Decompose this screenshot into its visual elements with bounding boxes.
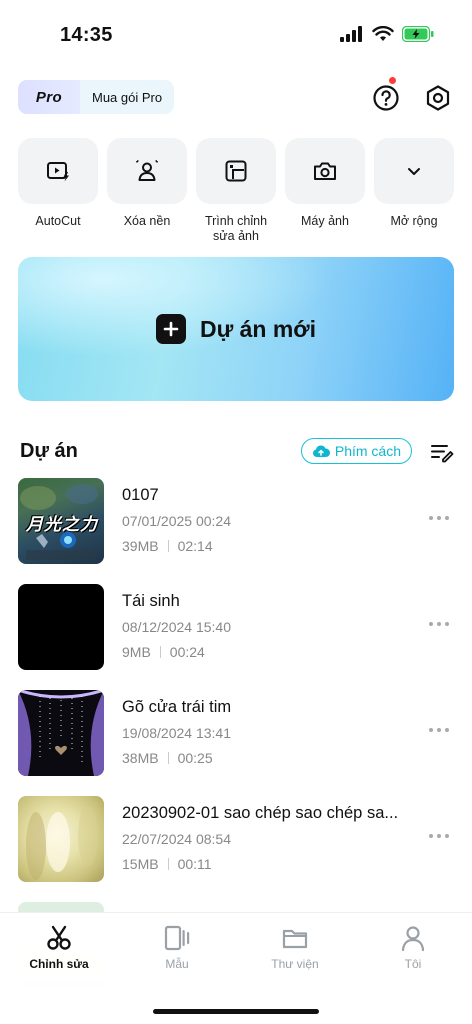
buy-pro-label: Mua gói Pro [92,89,163,105]
templates-icon [164,925,190,951]
tool-label: Mở rộng [390,214,438,228]
chevron-down-icon [408,168,420,175]
manage-list-button[interactable] [430,440,454,464]
project-name: 0107 [122,486,159,504]
tool-more[interactable]: Mở rộng [374,138,454,250]
tab-label: Mẫu [165,957,189,971]
project-size: 39MB [122,538,159,554]
project-name: 20230902-01 sao chép sao chép sa... [122,804,399,822]
top-row: Pro Mua gói Pro [18,77,454,116]
project-meta: 9MB 00:24 [122,644,205,660]
tab-templates[interactable]: Mẫu [118,923,236,971]
battery-icon [402,26,434,42]
project-duration: 02:14 [177,538,213,554]
home-indicator [153,1009,319,1014]
autocut-icon [47,162,69,182]
status-bar: 14:35 [0,0,472,64]
project-date: 22/07/2024 08:54 [122,831,231,847]
project-meta: 39MB 02:14 [122,538,213,554]
plus-icon [155,314,186,344]
cloud-space-label: Phím cách [334,443,401,459]
signal-icon [340,26,362,42]
scissors-icon [47,925,71,950]
divider [167,540,169,552]
notification-dot [389,77,396,84]
tool-autocut-tile[interactable] [18,138,98,204]
project-size: 9MB [122,644,151,660]
profile-icon [401,926,425,952]
project-item[interactable]: Gõ cửa trái tim 19/08/2024 13:41 38MB 00… [18,690,454,778]
tab-library[interactable]: Thư viện [236,923,354,971]
tool-label: Máy ảnh [301,214,349,228]
project-thumbnail[interactable] [18,584,104,670]
tool-label: AutoCut [35,214,81,228]
project-thumbnail[interactable] [18,690,104,776]
status-icons [340,26,434,42]
project-date: 19/08/2024 13:41 [122,725,231,741]
divider [159,646,161,658]
tool-autocut[interactable]: AutoCut [18,138,98,250]
folder-icon [282,929,308,949]
tool-remove-bg-tile[interactable] [107,138,187,204]
project-item[interactable]: Tái sinh 08/12/2024 15:40 9MB 00:24 [18,584,454,672]
tab-me[interactable]: Tôi [354,923,472,971]
project-item[interactable]: 20230902-01 sao chép sao chép sa... 22/0… [18,796,454,884]
help-button[interactable] [370,82,402,114]
camera-icon [314,162,336,180]
cloud-space-button[interactable]: Phím cách [300,438,412,464]
help-icon [373,85,399,111]
tool-more-tile[interactable] [374,138,454,204]
project-date: 08/12/2024 15:40 [122,619,231,635]
tool-camera-tile[interactable] [285,138,365,204]
quick-tools: AutoCut Xóa nền Trình chỉnh sửa ảnh Máy … [18,138,454,250]
remove-bg-icon [136,160,158,181]
project-name: Gõ cửa trái tim [122,698,232,716]
cloud-upload-icon [312,445,330,457]
more-options-icon[interactable] [428,726,450,734]
divider [167,858,169,870]
bottom-tab-bar: Chỉnh sửa Mẫu Thư viện Tôi [0,912,472,1024]
wifi-icon [372,26,394,41]
project-duration: 00:24 [169,644,205,660]
project-size: 38MB [122,750,159,766]
tool-label: Xóa nền [123,214,171,228]
thumbnail-caption: 月光之力 [26,515,98,534]
projects-title: Dự án [20,440,78,462]
tab-label: Thư viện [271,957,319,971]
new-project-label: Dự án mới [199,315,317,342]
photo-editor-icon [225,160,247,182]
tool-remove-bg[interactable]: Xóa nền [107,138,187,250]
tool-camera[interactable]: Máy ảnh [285,138,365,250]
project-name: Tái sinh [122,592,180,610]
edit-list-icon [431,445,454,463]
new-project-button[interactable]: Dự án mới [18,257,454,401]
settings-button[interactable] [422,82,454,114]
settings-icon [426,85,450,111]
project-meta: 15MB 00:11 [122,856,212,872]
more-options-icon[interactable] [428,514,450,522]
status-time: 14:35 [60,24,113,46]
pro-badge: Pro [18,80,80,114]
project-thumbnail[interactable]: 月光之力 [18,478,104,564]
tool-photo-editor[interactable]: Trình chỉnh sửa ảnh [196,138,276,250]
more-options-icon[interactable] [428,620,450,628]
tab-edit[interactable]: Chỉnh sửa [0,923,118,971]
project-duration: 00:11 [177,856,212,872]
pro-subscription-pill[interactable]: Pro Mua gói Pro [18,80,175,114]
project-duration: 00:25 [177,750,213,766]
project-date: 07/01/2025 00:24 [122,513,231,529]
divider [167,752,169,764]
project-item[interactable]: 月光之力 0107 07/01/2025 00:24 39MB 02:14 [18,478,454,566]
tool-label: Trình chỉnh sửa ảnh [204,214,268,243]
more-options-icon[interactable] [428,832,450,840]
tab-label: Tôi [404,957,422,971]
project-thumbnail[interactable] [18,796,104,882]
tab-label: Chỉnh sửa [29,957,89,971]
projects-header: Dự án Phím cách [18,438,454,468]
project-size: 15MB [122,856,159,872]
tool-photo-editor-tile[interactable] [196,138,276,204]
project-meta: 38MB 00:25 [122,750,213,766]
